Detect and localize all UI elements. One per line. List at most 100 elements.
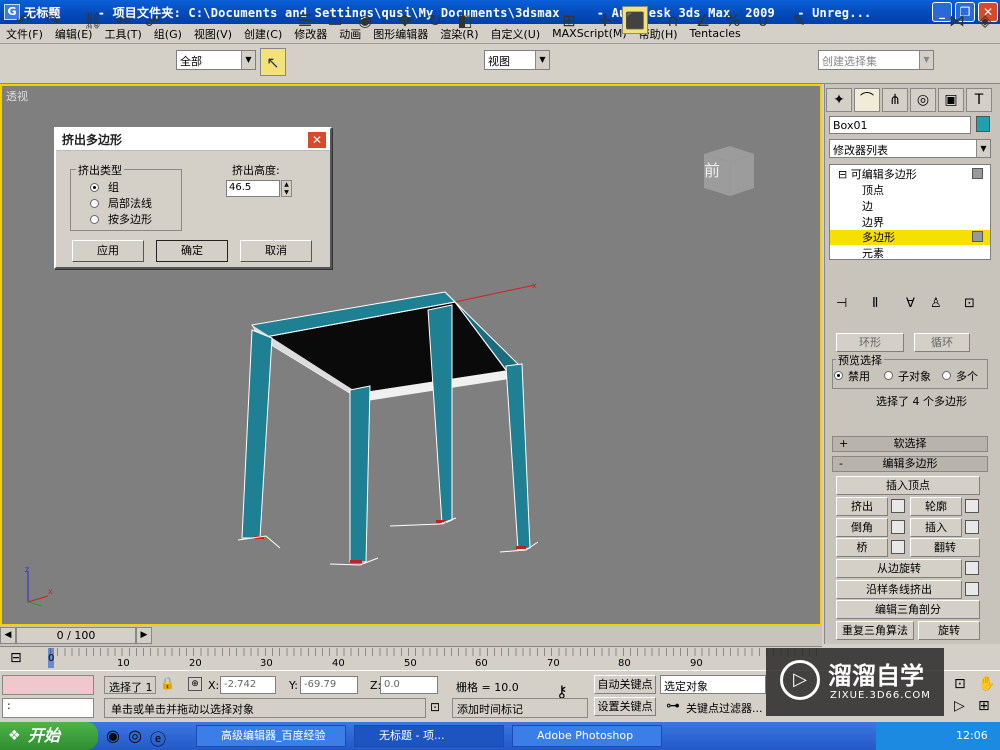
- prev-frame-icon[interactable]: ◀: [0, 627, 16, 644]
- auto-key-button[interactable]: 自动关键点: [594, 675, 656, 694]
- preview-multi-radio[interactable]: [942, 371, 951, 380]
- hierarchy-tab-icon[interactable]: ⋔: [882, 88, 908, 112]
- cancel-button[interactable]: 取消: [240, 240, 312, 262]
- time-tag-icon[interactable]: ⊡: [430, 700, 440, 714]
- reference-coord-dropdown[interactable]: 视图 ▼: [484, 50, 550, 70]
- radio-by-polygon-label[interactable]: 按多边形: [108, 211, 152, 227]
- preview-disable-label[interactable]: 禁用: [848, 368, 870, 384]
- maxscript-listener-mini[interactable]: [2, 675, 94, 695]
- select-and-link-icon[interactable]: ⛓: [80, 6, 106, 34]
- field-of-view-icon[interactable]: ▷: [954, 698, 965, 714]
- radio-local-normal[interactable]: [90, 199, 99, 208]
- make-unique-icon[interactable]: ∀: [906, 296, 915, 311]
- snaps-toggle-icon[interactable]: ∩: [660, 6, 686, 34]
- menu-customize[interactable]: 自定义(U): [485, 26, 547, 42]
- edit-named-selection-icon[interactable]: ✎: [786, 6, 812, 34]
- select-by-name-icon[interactable]: ☰: [292, 6, 318, 34]
- menu-views[interactable]: 视图(V): [188, 26, 238, 42]
- stack-item-vertex[interactable]: 顶点: [830, 183, 990, 198]
- bevel-settings-button[interactable]: [891, 520, 905, 534]
- stack-root[interactable]: ⊟ 可编辑多边形: [830, 167, 990, 182]
- object-color-swatch[interactable]: [976, 116, 990, 132]
- extrude-along-spline-button[interactable]: 沿样条线挤出: [836, 580, 962, 599]
- selection-filter-dropdown[interactable]: 全部 ▼: [176, 50, 256, 70]
- radio-group-label[interactable]: 组: [108, 179, 119, 195]
- turn-button[interactable]: 旋转: [918, 621, 980, 640]
- select-object-icon[interactable]: ↖: [260, 48, 286, 76]
- configure-sets-icon[interactable]: ⊡: [964, 296, 975, 311]
- named-selection-set-dropdown[interactable]: 创建选择集 ▼: [818, 50, 934, 70]
- hinge-settings-button[interactable]: [965, 561, 979, 575]
- preview-subobject-radio[interactable]: [884, 371, 893, 380]
- add-time-tag[interactable]: 添加时间标记: [452, 698, 588, 718]
- pivot-center-icon[interactable]: ⊞: [556, 6, 582, 34]
- time-slider-thumb[interactable]: 0 / 100: [16, 627, 136, 644]
- mini-curve-editor-icon[interactable]: ⊟: [10, 650, 22, 666]
- key-filter-select[interactable]: 选定对象: [660, 675, 766, 694]
- modify-tab-icon[interactable]: ⌒: [854, 88, 880, 112]
- select-manipulate-icon[interactable]: ✛: [592, 6, 618, 34]
- zoom-extents-icon[interactable]: ⊡: [954, 676, 966, 692]
- rotate-icon[interactable]: ↻: [422, 6, 448, 34]
- extrude-settings-button[interactable]: [891, 499, 905, 513]
- flip-button[interactable]: 翻转: [910, 538, 980, 557]
- mirror-icon[interactable]: ⋈: [944, 6, 970, 34]
- edit-polygons-rollout[interactable]: - 编辑多边形: [832, 456, 988, 472]
- viewport-label[interactable]: 透视: [6, 88, 28, 104]
- bevel-button[interactable]: 倒角: [836, 518, 888, 537]
- modifier-list-dropdown[interactable]: 修改器列表 ▼: [829, 139, 991, 158]
- preview-multi-label[interactable]: 多个: [956, 368, 978, 384]
- extrusion-height-input[interactable]: 46.5: [226, 180, 280, 197]
- object-name-field[interactable]: Box01: [829, 116, 971, 134]
- percent-snap-icon[interactable]: %: [720, 6, 746, 34]
- preview-disable-radio[interactable]: [834, 371, 843, 380]
- bridge-settings-button[interactable]: [891, 540, 905, 554]
- remove-modifier-icon[interactable]: ♙: [930, 296, 942, 311]
- pin-stack-icon[interactable]: ⊣: [836, 296, 847, 311]
- unlink-icon[interactable]: ⚯: [110, 6, 136, 34]
- stack-root-toggle[interactable]: [972, 168, 983, 179]
- key-mode-icon[interactable]: ⊶: [666, 698, 680, 714]
- inset-settings-button[interactable]: [965, 520, 979, 534]
- table-model[interactable]: x: [230, 280, 550, 570]
- retriangulate-button[interactable]: 重复三角算法: [836, 621, 914, 640]
- radio-group[interactable]: [90, 183, 99, 192]
- ie-icon[interactable]: ⓔ: [150, 726, 166, 750]
- apply-button[interactable]: 应用: [72, 240, 144, 262]
- stack-polygon-toggle[interactable]: [972, 231, 983, 242]
- set-key-button[interactable]: 设置关键点: [594, 697, 656, 716]
- redo-icon[interactable]: ↷: [40, 6, 66, 34]
- task-photoshop[interactable]: Adobe Photoshop: [512, 725, 662, 747]
- selection-lock-icon[interactable]: 🔒: [160, 676, 175, 690]
- z-coord-field[interactable]: 0.0: [380, 676, 438, 694]
- task-3dsmax[interactable]: 无标题 - 项...: [354, 725, 504, 747]
- bridge-button[interactable]: 桥: [836, 538, 888, 557]
- ring-button[interactable]: 环形: [836, 333, 904, 352]
- ok-button[interactable]: 确定: [156, 240, 228, 262]
- move-icon[interactable]: ✥: [392, 6, 418, 34]
- keyboard-shortcut-override-icon[interactable]: ⬛: [622, 6, 648, 34]
- preview-subobject-label[interactable]: 子对象: [898, 368, 931, 384]
- stack-item-polygon[interactable]: 多边形: [830, 230, 990, 245]
- loop-button[interactable]: 循环: [914, 333, 970, 352]
- spinner-snap-icon[interactable]: ∪: [750, 6, 776, 34]
- align-icon[interactable]: ◈: [972, 6, 998, 34]
- display-tab-icon[interactable]: ▣: [938, 88, 964, 112]
- stack-item-border[interactable]: 边界: [830, 215, 990, 230]
- height-spinner[interactable]: ▲ ▼: [281, 180, 292, 197]
- extrude-button[interactable]: 挤出: [836, 497, 888, 516]
- inset-button[interactable]: 插入: [910, 518, 962, 537]
- scale-icon[interactable]: ◧: [452, 6, 478, 34]
- radio-by-polygon[interactable]: [90, 215, 99, 224]
- next-frame-icon[interactable]: ▶: [136, 627, 152, 644]
- maximize-viewport-icon[interactable]: ⊞: [978, 698, 990, 714]
- angle-snap-icon[interactable]: ∠: [690, 6, 716, 34]
- edit-triangulation-button[interactable]: 编辑三角剖分: [836, 600, 980, 619]
- browser-icon[interactable]: ◎: [128, 726, 142, 745]
- create-tab-icon[interactable]: ✦: [826, 88, 852, 112]
- insert-vertex-button[interactable]: 插入顶点: [836, 476, 980, 495]
- dialog-close-icon[interactable]: ✕: [307, 131, 327, 149]
- x-coord-field[interactable]: -2.742: [220, 676, 276, 694]
- soft-selection-rollout[interactable]: + 软选择: [832, 436, 988, 452]
- stack-item-element[interactable]: 元素: [830, 246, 990, 261]
